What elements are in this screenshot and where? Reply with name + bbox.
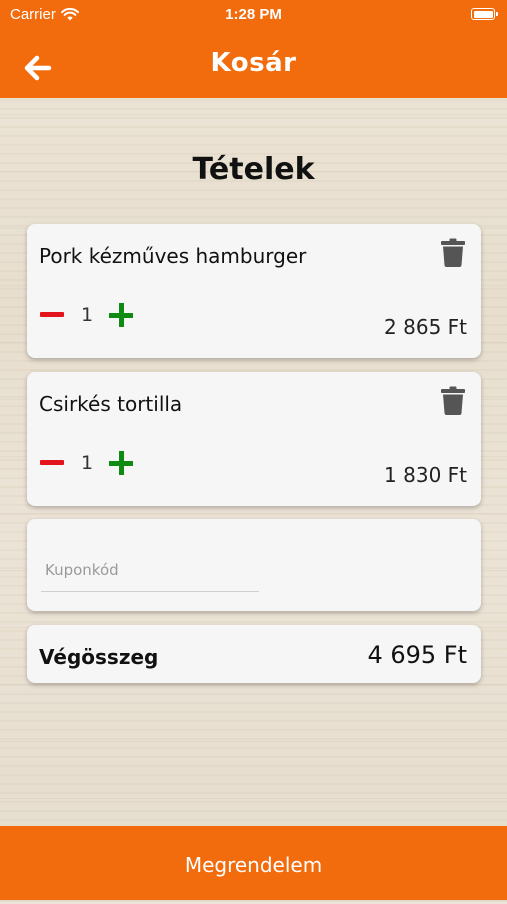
increase-quantity-button[interactable] xyxy=(109,451,133,475)
cart-item: Csirkés tortilla 1 1 830 Ft xyxy=(27,372,481,506)
total-label: Végösszeg xyxy=(39,645,159,669)
decrease-quantity-button[interactable] xyxy=(40,312,64,317)
total-value: 4 695 Ft xyxy=(367,641,467,669)
item-name: Csirkés tortilla xyxy=(39,392,183,416)
cart-item: Pork kézműves hamburger 1 2 865 Ft xyxy=(27,224,481,358)
item-quantity: 1 xyxy=(81,304,94,326)
delete-item-button[interactable] xyxy=(441,386,465,419)
place-order-button[interactable]: Megrendelem xyxy=(0,826,507,900)
item-name: Pork kézműves hamburger xyxy=(39,244,307,268)
delete-item-button[interactable] xyxy=(441,238,465,271)
total-card: Végösszeg 4 695 Ft xyxy=(27,625,481,683)
status-bar: Carrier 1:28 PM xyxy=(0,0,507,30)
item-quantity: 1 xyxy=(81,452,94,474)
place-order-label: Megrendelem xyxy=(184,853,323,877)
battery-icon xyxy=(471,8,498,20)
decrease-quantity-button[interactable] xyxy=(40,460,64,465)
trash-icon xyxy=(441,386,465,415)
status-time: 1:28 PM xyxy=(225,6,282,23)
page-title: Kosár xyxy=(210,48,297,78)
coupon-code-input[interactable] xyxy=(41,549,259,592)
coupon-card xyxy=(27,519,481,611)
item-price: 1 830 Ft xyxy=(384,463,467,487)
trash-icon xyxy=(441,238,465,267)
app-header: Carrier 1:28 PM Kosár xyxy=(0,0,507,98)
item-price: 2 865 Ft xyxy=(384,315,467,339)
section-title: Tételek xyxy=(192,152,315,187)
increase-quantity-button[interactable] xyxy=(109,303,133,327)
